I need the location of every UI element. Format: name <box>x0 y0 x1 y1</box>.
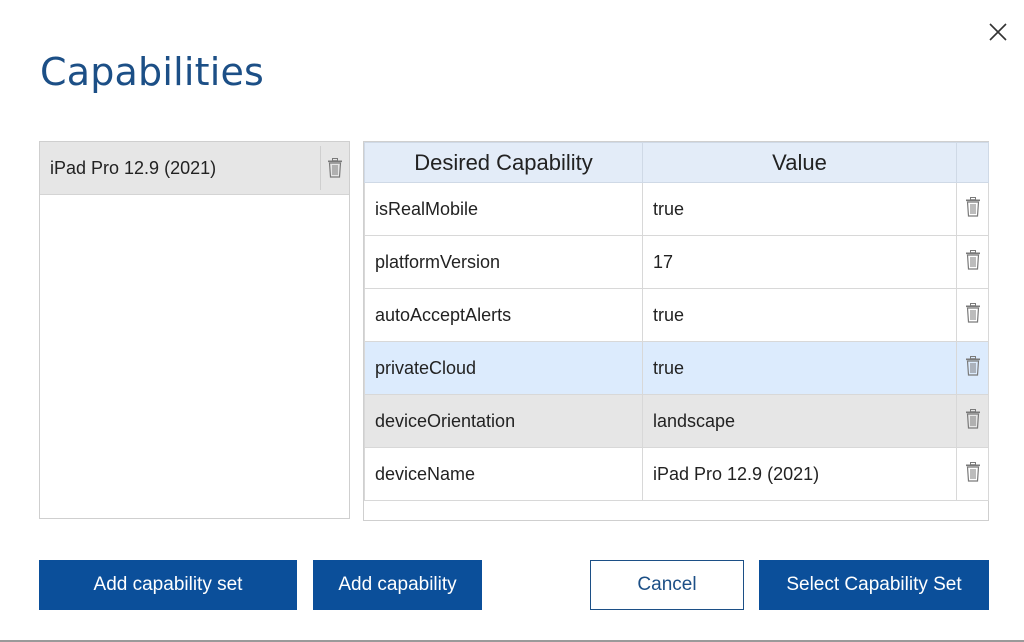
delete-cell <box>956 394 989 448</box>
value-cell[interactable]: true <box>642 182 957 236</box>
table-row[interactable]: autoAcceptAlerts true <box>364 288 989 342</box>
delete-cell <box>956 288 989 342</box>
value-cell[interactable]: landscape <box>642 394 957 448</box>
trash-icon[interactable] <box>963 461 983 483</box>
capabilities-table: Desired Capability Value isRealMobile tr… <box>364 142 989 501</box>
column-header-value[interactable]: Value <box>642 142 957 183</box>
delete-cell <box>956 235 989 289</box>
select-capability-set-button[interactable]: Select Capability Set <box>759 560 989 610</box>
table-row-selected[interactable]: privateCloud true <box>364 341 989 395</box>
capability-cell[interactable]: isRealMobile <box>364 182 643 236</box>
column-header-actions <box>956 142 989 183</box>
dialog-title: Capabilities <box>40 50 265 94</box>
trash-icon[interactable] <box>963 249 983 271</box>
trash-icon[interactable] <box>963 302 983 324</box>
add-capability-set-button[interactable]: Add capability set <box>39 560 297 610</box>
value-cell[interactable]: true <box>642 341 957 395</box>
table-header-row: Desired Capability Value <box>364 142 989 183</box>
capability-sets-list: iPad Pro 12.9 (2021) <box>39 141 350 519</box>
delete-cell <box>956 182 989 236</box>
value-cell[interactable]: true <box>642 288 957 342</box>
table-row-hovered[interactable]: deviceOrientation landscape <box>364 394 989 448</box>
table-row[interactable]: deviceName iPad Pro 12.9 (2021) <box>364 447 989 501</box>
cancel-button[interactable]: Cancel <box>590 560 744 610</box>
capability-cell[interactable]: platformVersion <box>364 235 643 289</box>
column-header-capability[interactable]: Desired Capability <box>364 142 643 183</box>
trash-icon[interactable] <box>963 355 983 377</box>
capability-set-item[interactable]: iPad Pro 12.9 (2021) <box>40 142 349 195</box>
capabilities-table-panel: Desired Capability Value isRealMobile tr… <box>363 141 989 521</box>
add-capability-button[interactable]: Add capability <box>313 560 482 610</box>
trash-icon[interactable] <box>963 196 983 218</box>
value-cell[interactable]: 17 <box>642 235 957 289</box>
close-icon[interactable] <box>986 20 1010 44</box>
divider <box>320 146 321 190</box>
capability-set-label: iPad Pro 12.9 (2021) <box>50 157 217 178</box>
capability-cell[interactable]: privateCloud <box>364 341 643 395</box>
table-row[interactable]: platformVersion 17 <box>364 235 989 289</box>
delete-cell <box>956 447 989 501</box>
trash-icon[interactable] <box>963 408 983 430</box>
capability-cell[interactable]: deviceOrientation <box>364 394 643 448</box>
capability-cell[interactable]: deviceName <box>364 447 643 501</box>
delete-cell <box>956 341 989 395</box>
value-cell[interactable]: iPad Pro 12.9 (2021) <box>642 447 957 501</box>
table-row[interactable]: isRealMobile true <box>364 182 989 236</box>
trash-icon[interactable] <box>325 157 345 179</box>
capability-cell[interactable]: autoAcceptAlerts <box>364 288 643 342</box>
